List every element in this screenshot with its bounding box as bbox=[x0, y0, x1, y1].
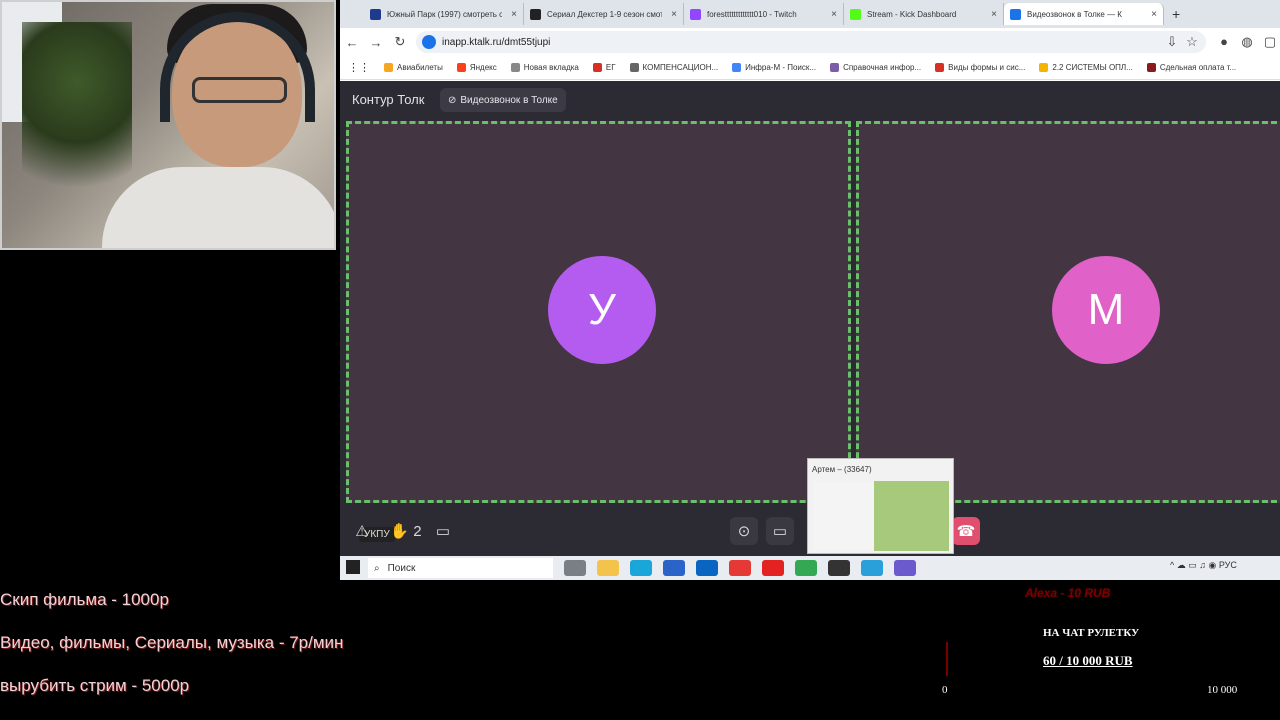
windows-start-icon[interactable] bbox=[346, 560, 360, 574]
close-tab-icon[interactable]: × bbox=[671, 9, 677, 20]
app-icon[interactable] bbox=[894, 560, 916, 576]
windows-taskbar: ⌕ Поиск ^ ☁ ▭ ♫ ◉ РУС bbox=[340, 556, 1280, 580]
close-tab-icon[interactable]: × bbox=[831, 9, 837, 20]
bookmark-item[interactable]: Новая вкладка bbox=[510, 63, 579, 72]
roulette-value: 60 / 10 000 RUB bbox=[1043, 653, 1133, 668]
browser-tab[interactable]: Южный Парк (1997) смотреть онлайн× bbox=[364, 3, 524, 25]
bookmark-item[interactable]: Сдельная оплата т... bbox=[1146, 63, 1236, 72]
tab-bar: Южный Парк (1997) смотреть онлайн× Сериа… bbox=[340, 0, 1280, 28]
browser-tab-active[interactable]: Видеозвонок в Толке — К × bbox=[1004, 3, 1164, 25]
bookmark-favicon-icon bbox=[935, 63, 945, 72]
bookmark-favicon-icon bbox=[510, 63, 520, 72]
participant-avatar: У bbox=[548, 256, 656, 364]
bookmark-item[interactable]: Авиабилеты bbox=[384, 63, 443, 72]
webcam-feed bbox=[0, 0, 336, 250]
bookmark-favicon-icon bbox=[629, 63, 639, 72]
participant-avatar: М bbox=[1052, 256, 1160, 364]
close-tab-icon[interactable]: × bbox=[511, 9, 517, 20]
last-donation: Alexa - 10 RUB bbox=[1025, 586, 1111, 600]
bookmark-item[interactable]: КОМПЕНСАЦИОН... bbox=[629, 63, 718, 72]
taskbar-preview[interactable]: Артем – (33647) bbox=[807, 458, 954, 554]
search-icon: ⌕ bbox=[374, 562, 380, 574]
preview-title: Артем – (33647) bbox=[812, 464, 872, 474]
app-title: Контур Толк bbox=[352, 92, 425, 107]
participant-tile[interactable]: У УКПУ bbox=[346, 121, 851, 542]
apps-grid-icon[interactable]: ⋮⋮ bbox=[348, 61, 370, 74]
address-bar[interactable]: inapp.ktalk.ru/dmt55tjupi bbox=[416, 31, 1206, 53]
price-item: Видео, фильмы, Сериалы, музыка - 7р/мин bbox=[0, 633, 344, 652]
call-name-pill[interactable]: ⊘ Видеозвонок в Толке bbox=[440, 88, 566, 112]
browser-window: Южный Парк (1997) смотреть онлайн× Сериа… bbox=[340, 0, 1280, 556]
yandex-icon[interactable] bbox=[729, 560, 751, 576]
chrome-icon[interactable] bbox=[795, 560, 817, 576]
browser-tab[interactable]: Stream - Kick Dashboard × bbox=[844, 3, 1004, 25]
store-icon[interactable] bbox=[663, 560, 685, 576]
screen-share-button[interactable]: ▭ bbox=[766, 517, 794, 545]
chat-icon[interactable]: ▭ bbox=[432, 517, 454, 545]
participant-tile[interactable]: М bbox=[856, 121, 1280, 503]
bookmark-favicon-icon bbox=[1146, 63, 1156, 72]
hand-icon: ✋ bbox=[390, 523, 410, 540]
browser-tab[interactable]: Сериал Декстер 1-9 сезон смотреть× bbox=[524, 3, 684, 25]
extension-icon[interactable]: ◍ bbox=[1235, 34, 1259, 50]
tab-favicon-icon bbox=[850, 8, 861, 20]
video-call-area: Контур Толк ⊘ Видеозвонок в Толке У УКПУ… bbox=[340, 81, 1280, 556]
extension-icon[interactable]: ● bbox=[1212, 34, 1236, 49]
site-info-icon[interactable] bbox=[422, 35, 436, 49]
bookmark-favicon-icon bbox=[830, 63, 840, 72]
system-tray[interactable]: ^ ☁ ▭ ♫ ◉ РУС bbox=[1170, 560, 1280, 576]
end-call-button[interactable]: ☎ bbox=[952, 517, 980, 545]
bookmark-item[interactable]: 2.2 СИСТЕМЫ ОПЛ... bbox=[1039, 63, 1133, 72]
gauge-min-label: 0 bbox=[942, 684, 948, 696]
camera-toggle-button[interactable]: ⊙ bbox=[730, 517, 758, 545]
gauge-max-label: 10 000 bbox=[1207, 684, 1238, 696]
roulette-label: НА ЧАТ РУЛЕТКУ bbox=[1043, 627, 1140, 639]
edge-icon[interactable] bbox=[630, 560, 652, 576]
hand-count-button[interactable]: ✋ 2 bbox=[386, 517, 426, 545]
obs-icon[interactable] bbox=[828, 560, 850, 576]
link-icon: ⊘ bbox=[448, 94, 457, 106]
tab-favicon-icon bbox=[530, 8, 541, 20]
telegram-icon[interactable] bbox=[861, 560, 883, 576]
taskbar-search[interactable]: ⌕ Поиск bbox=[368, 558, 553, 578]
bookmark-item[interactable]: ЕГ bbox=[592, 63, 616, 72]
bookmark-item[interactable]: Инфра-М - Поиск... bbox=[732, 63, 816, 72]
close-tab-icon[interactable]: × bbox=[991, 9, 997, 20]
preview-thumbnail bbox=[813, 481, 949, 551]
bookmark-favicon-icon bbox=[456, 63, 466, 72]
bookmark-favicon-icon bbox=[732, 63, 742, 72]
bookmark-favicon-icon bbox=[1039, 63, 1049, 72]
tab-favicon-icon bbox=[1010, 8, 1021, 20]
bookmark-star-icon[interactable]: ☆ bbox=[1180, 34, 1204, 50]
nav-bar: ← → ↻ inapp.ktalk.ru/dmt55tjupi ⇩ ☆ ● ◍ … bbox=[340, 28, 1280, 56]
bookmarks-bar: ⋮⋮ Авиабилеты Яндекс Новая вкладка ЕГ КОМПЕН… bbox=[340, 56, 1280, 80]
task-view-icon[interactable] bbox=[564, 560, 586, 576]
bookmark-item[interactable]: Яндекс bbox=[456, 63, 497, 72]
browser-tab[interactable]: foresttttttttttttt010 - Twitch × bbox=[684, 3, 844, 25]
bookmark-favicon-icon bbox=[384, 63, 393, 72]
tab-favicon-icon bbox=[370, 8, 381, 20]
bookmark-item[interactable]: Справочная инфор... bbox=[830, 63, 921, 72]
back-arrow-icon[interactable]: ← bbox=[340, 35, 364, 50]
new-tab-icon[interactable]: + bbox=[1172, 6, 1180, 22]
price-item: вырубить стрим - 5000р bbox=[0, 676, 190, 695]
reload-icon[interactable]: ↻ bbox=[388, 34, 412, 50]
extensions-puzzle-icon[interactable]: ▢ bbox=[1258, 34, 1280, 50]
bookmark-favicon-icon bbox=[592, 63, 602, 72]
roulette-progress-bar bbox=[946, 642, 948, 676]
outlook-icon[interactable] bbox=[696, 560, 718, 576]
yandex-browser-icon[interactable] bbox=[762, 560, 784, 576]
price-item: Скип фильма - 1000р bbox=[0, 590, 169, 609]
tab-favicon-icon bbox=[690, 8, 701, 20]
bookmark-item[interactable]: Виды формы и сис... bbox=[935, 63, 1025, 72]
close-tab-icon[interactable]: × bbox=[1151, 9, 1157, 20]
forward-arrow-icon[interactable]: → bbox=[364, 35, 388, 50]
file-explorer-icon[interactable] bbox=[597, 560, 619, 576]
raise-hand-icon[interactable]: ⚠ bbox=[352, 517, 372, 545]
